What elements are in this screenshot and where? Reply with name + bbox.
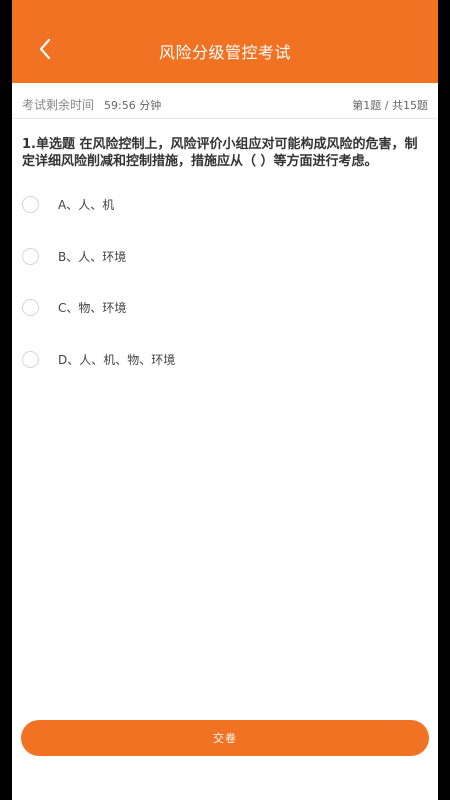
option-a[interactable]: A、人、机 bbox=[22, 189, 322, 219]
question-progress: 第1题 / 共15题 bbox=[352, 99, 428, 112]
exam-info-row: 考试剩余时间 59:56 分钟 第1题 / 共15题 bbox=[12, 90, 438, 119]
back-button[interactable] bbox=[20, 18, 70, 83]
option-label: D、人、机、物、环境 bbox=[58, 352, 176, 367]
option-label: B、人、环境 bbox=[58, 249, 127, 264]
timer-label: 考试剩余时间 bbox=[22, 98, 95, 112]
header-bar: 风险分级管控考试 bbox=[12, 18, 438, 83]
radio-circle-icon[interactable] bbox=[22, 247, 39, 265]
radio-circle-icon[interactable] bbox=[22, 195, 39, 213]
chevron-left-icon bbox=[38, 38, 52, 64]
submit-label: 交卷 bbox=[213, 732, 237, 745]
option-label: A、人、机 bbox=[58, 197, 115, 212]
option-d[interactable]: D、人、机、物、环境 bbox=[22, 344, 322, 374]
page-title: 风险分级管控考试 bbox=[158, 42, 291, 62]
status-bar bbox=[12, 0, 438, 18]
question-text: 1.单选题 在风险控制上，风险评价小组应对可能构成风险的危害，制定详细风险削减和… bbox=[22, 137, 418, 169]
option-b[interactable]: B、人、环境 bbox=[22, 241, 322, 271]
option-c[interactable]: C、物、环境 bbox=[22, 292, 322, 322]
radio-circle-icon[interactable] bbox=[22, 350, 39, 368]
exam-screen: 风险分级管控考试 考试剩余时间 59:56 分钟 第1题 / 共15题 1.单选… bbox=[12, 0, 438, 800]
submit-exam-button[interactable]: 交卷 bbox=[21, 720, 429, 756]
radio-circle-icon[interactable] bbox=[22, 298, 39, 316]
option-label: C、物、环境 bbox=[58, 300, 127, 315]
timer-value: 59:56 分钟 bbox=[104, 99, 162, 112]
